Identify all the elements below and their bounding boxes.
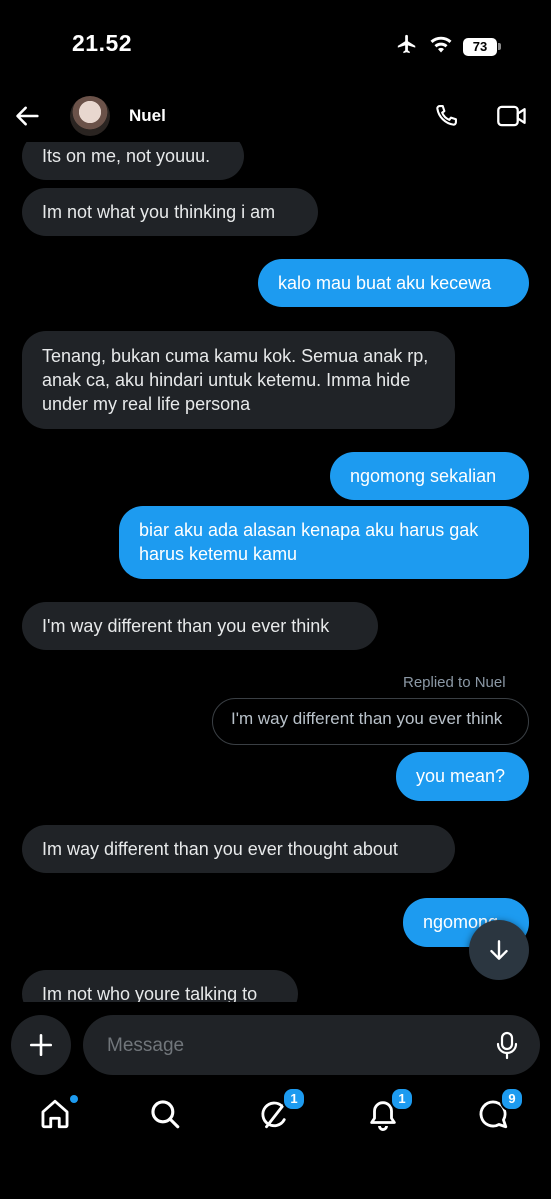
messages-badge: 9 [500, 1087, 524, 1111]
composer [0, 1010, 551, 1080]
message-bubble-incoming[interactable]: Im way different than you ever thought a… [22, 825, 455, 873]
message-thread[interactable]: Its on me, not youuu. Im not what you th… [0, 142, 551, 1002]
video-call-button[interactable] [496, 103, 528, 134]
status-icons: 73 [395, 33, 501, 60]
search-icon [151, 1100, 180, 1129]
arrow-down-icon [490, 940, 508, 960]
message-bubble-incoming[interactable]: I'm way different than you ever think [22, 602, 378, 650]
nav-grok[interactable]: 1 [258, 1087, 306, 1137]
message-bubble-incoming[interactable]: Im not who youre talking to [22, 970, 298, 1002]
message-bubble-incoming[interactable]: Its on me, not youuu. [22, 142, 244, 180]
conversation-header: Nuel [0, 92, 551, 142]
home-unread-dot [70, 1095, 78, 1103]
message-input[interactable] [105, 1015, 489, 1077]
quoted-message[interactable]: I'm way different than you ever think [212, 698, 529, 745]
message-bubble-outgoing[interactable]: kalo mau buat aku kecewa [258, 259, 529, 307]
message-bubble-incoming[interactable]: Im not what you thinking i am [22, 188, 318, 236]
scroll-to-bottom-button[interactable] [469, 920, 529, 980]
call-button[interactable] [432, 102, 460, 135]
microphone-icon[interactable] [496, 1031, 518, 1066]
wifi-icon [429, 34, 453, 59]
status-time: 21.52 [72, 30, 133, 56]
video-icon [497, 105, 526, 127]
nav-messages[interactable]: 9 [476, 1087, 524, 1137]
back-button[interactable] [14, 102, 42, 130]
message-bubble-outgoing[interactable]: you mean? [396, 752, 529, 801]
nav-notifications[interactable]: 1 [366, 1087, 414, 1137]
nav-search[interactable] [148, 1097, 188, 1137]
message-bubble-incoming[interactable]: Tenang, bukan cuma kamu kok. Semua anak … [22, 331, 455, 429]
phone-icon [436, 105, 457, 126]
grok-badge: 1 [282, 1087, 306, 1111]
replied-to-label: Replied to Nuel [403, 674, 506, 691]
status-bar: 21.52 73 [0, 0, 551, 90]
message-bubble-outgoing[interactable]: biar aku ada alasan kenapa aku harus gak… [119, 506, 529, 579]
bottom-navigation: 1 1 9 [0, 1085, 551, 1155]
avatar[interactable] [70, 96, 110, 136]
contact-name[interactable]: Nuel [129, 106, 166, 126]
add-attachment-button[interactable] [11, 1015, 71, 1075]
message-input-container[interactable] [83, 1015, 540, 1077]
home-icon [41, 1099, 69, 1129]
nav-home[interactable] [38, 1095, 78, 1137]
airplane-icon [395, 33, 419, 60]
battery-level: 73 [463, 37, 497, 56]
notifications-badge: 1 [390, 1087, 414, 1111]
plus-icon [29, 1033, 53, 1057]
battery-icon: 73 [463, 37, 501, 56]
message-bubble-outgoing[interactable]: ngomong sekalian [330, 452, 529, 500]
arrow-left-icon [16, 106, 39, 126]
